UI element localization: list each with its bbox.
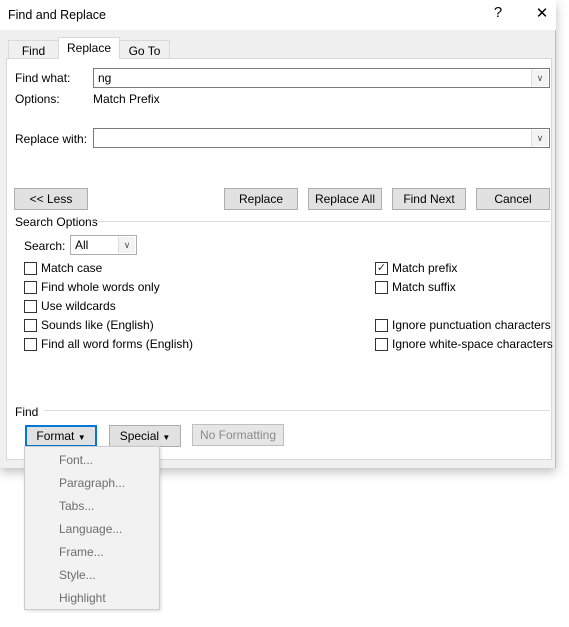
tab-label: Find bbox=[21, 44, 46, 58]
divider bbox=[92, 221, 550, 222]
checkbox-label: Match prefix bbox=[392, 261, 458, 275]
dialog-title: Find and Replace bbox=[8, 8, 106, 22]
checkbox-icon[interactable] bbox=[375, 280, 388, 294]
checkbox-icon[interactable] bbox=[375, 318, 388, 332]
tab-replace[interactable]: Replace bbox=[58, 37, 120, 59]
chevron-down-icon[interactable]: ∨ bbox=[531, 70, 548, 86]
replace-with-label: Replace with: bbox=[15, 132, 88, 146]
chevron-down-icon[interactable]: ∨ bbox=[118, 237, 135, 253]
tab-find[interactable]: Find bbox=[8, 40, 59, 59]
checkbox-match-prefix[interactable]: ✓ Match prefix bbox=[375, 261, 457, 275]
checkbox-ignore-white-space-characters[interactable]: Ignore white-space characters bbox=[375, 337, 553, 351]
checkbox-ignore-punctuation-characters[interactable]: Ignore punctuation characters bbox=[375, 318, 551, 332]
caret-down-icon: ▼ bbox=[162, 433, 171, 442]
search-direction-value: All bbox=[75, 238, 89, 252]
caret-down-icon: ▼ bbox=[77, 433, 86, 442]
options-label: Options: bbox=[15, 92, 60, 106]
checkbox-icon[interactable] bbox=[375, 337, 388, 351]
search-options-heading: Search Options bbox=[15, 215, 98, 229]
find-what-label: Find what: bbox=[15, 71, 71, 85]
find-replace-dialog: Find and Replace ? ✕ Find Replace Go To … bbox=[0, 0, 556, 468]
close-button[interactable]: ✕ bbox=[530, 4, 554, 22]
format-label: Format bbox=[36, 429, 75, 443]
replace-button[interactable]: Replace bbox=[224, 188, 298, 210]
less-button[interactable]: << Less bbox=[14, 188, 88, 210]
checkbox-label: Ignore punctuation characters bbox=[392, 318, 551, 332]
menu-item-style[interactable]: Style... bbox=[59, 568, 96, 582]
help-button[interactable]: ? bbox=[486, 4, 510, 21]
menu-item-paragraph[interactable]: Paragraph... bbox=[59, 476, 125, 490]
checkbox-icon[interactable] bbox=[24, 280, 37, 294]
search-label: Search: bbox=[24, 239, 66, 253]
chevron-down-icon[interactable]: ∨ bbox=[531, 130, 548, 146]
checkbox-sounds-like-english[interactable]: Sounds like (English) bbox=[24, 318, 154, 332]
checkbox-find-all-word-forms-english[interactable]: Find all word forms (English) bbox=[24, 337, 193, 351]
checkbox-label: Use wildcards bbox=[41, 299, 116, 313]
checkbox-label: Ignore white-space characters bbox=[392, 337, 553, 351]
checkbox-use-wildcards[interactable]: Use wildcards bbox=[24, 299, 116, 313]
checkbox-label: Match case bbox=[41, 261, 103, 275]
special-label: Special bbox=[119, 429, 160, 443]
tab-goto[interactable]: Go To bbox=[119, 40, 170, 59]
menu-item-highlight[interactable]: Highlight bbox=[59, 591, 106, 605]
title-bar: Find and Replace ? ✕ bbox=[0, 0, 556, 30]
menu-item-tabs[interactable]: Tabs... bbox=[59, 499, 94, 513]
tab-label: Replace bbox=[66, 41, 112, 55]
checkbox-label: Sounds like (English) bbox=[41, 318, 154, 332]
find-section-heading: Find bbox=[15, 405, 39, 419]
checkbox-icon[interactable] bbox=[24, 299, 37, 313]
checkbox-icon[interactable] bbox=[24, 261, 37, 275]
find-what-input[interactable]: ng ∨ bbox=[93, 68, 550, 88]
checkbox-match-case[interactable]: Match case bbox=[24, 261, 102, 275]
cancel-button[interactable]: Cancel bbox=[476, 188, 550, 210]
checkbox-icon[interactable] bbox=[24, 337, 37, 351]
search-direction-select[interactable]: All ∨ bbox=[70, 235, 137, 255]
replace-all-button[interactable]: Replace All bbox=[308, 188, 382, 210]
find-next-button[interactable]: Find Next bbox=[392, 188, 466, 210]
find-what-value: ng bbox=[98, 71, 112, 85]
options-value: Match Prefix bbox=[93, 92, 160, 106]
checkbox-match-suffix[interactable]: Match suffix bbox=[375, 280, 456, 294]
menu-item-frame[interactable]: Frame... bbox=[59, 545, 104, 559]
format-button[interactable]: Format ▼ bbox=[25, 425, 97, 447]
replace-with-input[interactable]: ∨ bbox=[93, 128, 550, 148]
divider bbox=[44, 410, 550, 411]
format-menu: Font... Paragraph... Tabs... Language... Fra… bbox=[24, 446, 160, 610]
menu-item-font[interactable]: Font... bbox=[59, 453, 93, 467]
checkbox-icon[interactable] bbox=[24, 318, 37, 332]
special-button[interactable]: Special ▼ bbox=[109, 425, 181, 447]
checkbox-label: Match suffix bbox=[392, 280, 456, 294]
no-formatting-button[interactable]: No Formatting bbox=[192, 424, 284, 446]
tab-label: Go To bbox=[128, 44, 161, 58]
checkbox-label: Find all word forms (English) bbox=[41, 337, 194, 351]
checkbox-checked-icon[interactable]: ✓ bbox=[375, 261, 388, 275]
menu-item-language[interactable]: Language... bbox=[59, 522, 122, 536]
tab-panel bbox=[6, 58, 552, 460]
checkbox-label: Find whole words only bbox=[41, 280, 160, 294]
checkbox-find-whole-words-only[interactable]: Find whole words only bbox=[24, 280, 160, 294]
